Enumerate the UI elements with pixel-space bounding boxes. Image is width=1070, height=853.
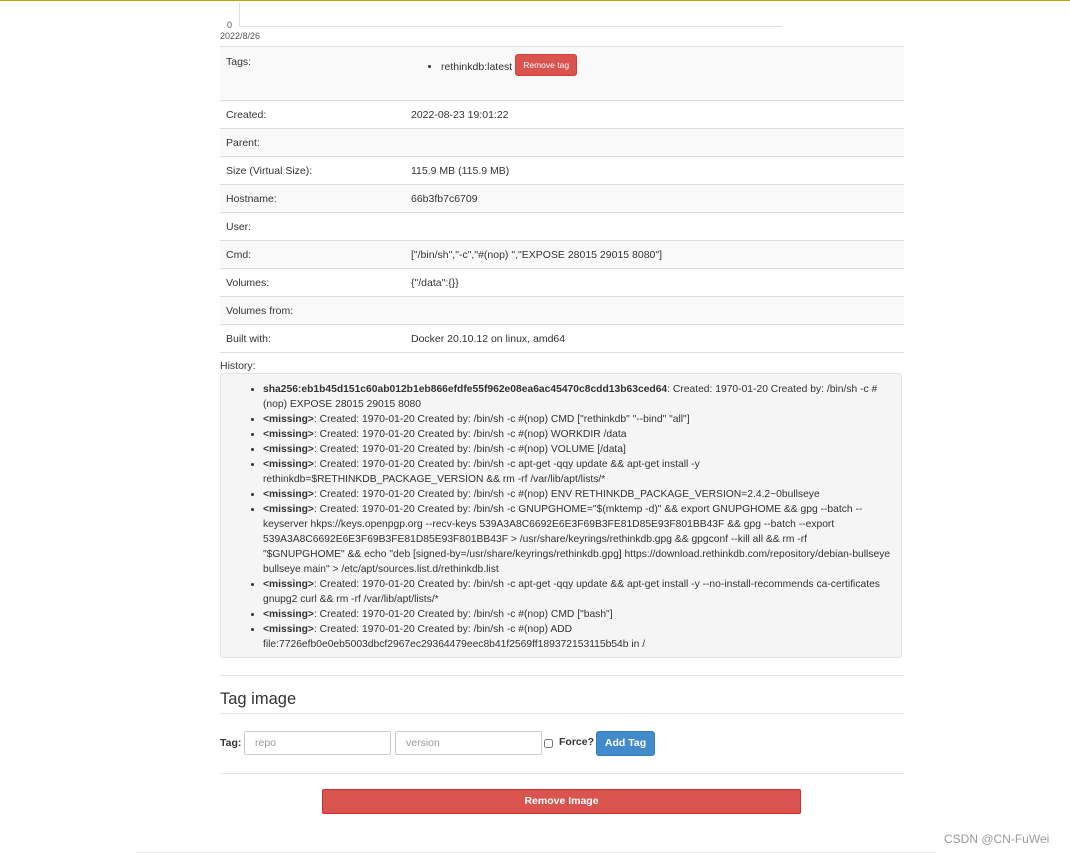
layer-desc: : Created: 1970-01-20 Created by: /bin/s… <box>263 624 646 650</box>
info-row: Volumes from: <box>220 296 904 325</box>
layer-id: <missing> <box>263 504 314 515</box>
info-row: Parent: <box>220 128 904 157</box>
layer-desc: : Created: 1970-01-20 Created by: /bin/s… <box>313 429 627 440</box>
layer-id: sha256:eb1b45d151c60ab012b1eb866efdfe55f… <box>263 384 668 395</box>
info-value: 115.9 MB (115.9 MB) <box>405 156 904 185</box>
layer-desc: : Created: 1970-01-20 Created by: /bin/s… <box>313 489 820 500</box>
tag-label: Tag: <box>220 737 242 749</box>
add-tag-button[interactable]: Add Tag <box>596 731 655 756</box>
layer-desc: : Created: 1970-01-20 Created by: /bin/s… <box>313 414 690 425</box>
layer-id: <missing> <box>263 414 314 425</box>
remove-image-button[interactable]: Remove Image <box>322 789 801 814</box>
info-value: Docker 20.10.12 on linux, amd64 <box>405 324 904 353</box>
layer-desc: : Created: 1970-01-20 Created by: /bin/s… <box>263 459 700 485</box>
info-key: Hostname: <box>220 184 405 213</box>
info-value: {"/data":{}} <box>405 268 904 297</box>
info-key: Built with: <box>220 324 405 353</box>
info-row: Size (Virtual Size): 115.9 MB (115.9 MB) <box>220 156 904 185</box>
history-item: <missing>: Created: 1970-01-20 Created b… <box>263 622 891 652</box>
info-value: 2022-08-23 19:01:22 <box>405 100 904 129</box>
tag-list: rethinkdb:latestRemove tag <box>411 54 898 78</box>
history-item: <missing>: Created: 1970-01-20 Created b… <box>263 502 891 577</box>
history-item: <missing>: Created: 1970-01-20 Created b… <box>263 412 891 427</box>
history-item: <missing>: Created: 1970-01-20 Created b… <box>263 427 891 442</box>
layer-id: <missing> <box>263 459 314 470</box>
history-label: History: <box>220 360 256 372</box>
force-label: Force? <box>559 736 595 748</box>
layer-id: <missing> <box>263 489 314 500</box>
layer-desc: : Created: 1970-01-20 Created by: /bin/s… <box>313 609 613 620</box>
history-item: <missing>: Created: 1970-01-20 Created b… <box>263 457 891 487</box>
history-list: sha256:eb1b45d151c60ab012b1eb866efdfe55f… <box>221 382 901 652</box>
layer-desc: : Created: 1970-01-20 Created by: /bin/s… <box>263 504 891 575</box>
layer-id: <missing> <box>263 624 314 635</box>
info-key: Created: <box>220 100 405 129</box>
info-row-tags: Tags: rethinkdb:latestRemove tag <box>220 46 904 101</box>
info-row: User: <box>220 212 904 241</box>
version-input[interactable] <box>395 731 542 755</box>
layer-id: <missing> <box>263 429 314 440</box>
history-item: <missing>: Created: 1970-01-20 Created b… <box>263 577 891 607</box>
divider <box>220 675 904 676</box>
history-item: <missing>: Created: 1970-01-20 Created b… <box>263 442 891 457</box>
tag-item: rethinkdb:latestRemove tag <box>441 54 898 78</box>
info-value: ["/bin/sh","-c","#(nop) ","EXPOSE 28015 … <box>405 240 904 269</box>
info-row: Volumes: {"/data":{}} <box>220 268 904 297</box>
layer-desc: : Created: 1970-01-20 Created by: /bin/s… <box>263 579 880 605</box>
layer-id: <missing> <box>263 444 314 455</box>
remove-tag-button[interactable]: Remove tag <box>515 54 578 76</box>
info-value <box>405 212 904 241</box>
chart-y-axis <box>239 2 240 26</box>
info-row: Created: 2022-08-23 19:01:22 <box>220 100 904 129</box>
image-info-table: Tags: rethinkdb:latestRemove tag Created… <box>220 46 904 353</box>
tag-image-heading: Tag image <box>220 690 297 708</box>
info-key: Cmd: <box>220 240 405 269</box>
info-key: Size (Virtual Size): <box>220 156 405 185</box>
info-row: Built with: Docker 20.10.12 on linux, amd… <box>220 324 904 353</box>
divider <box>220 713 904 714</box>
layer-id: <missing> <box>263 609 314 620</box>
layer-desc: : Created: 1970-01-20 Created by: /bin/s… <box>313 444 626 455</box>
force-checkbox[interactable] <box>544 739 553 748</box>
info-row: Cmd: ["/bin/sh","-c","#(nop) ","EXPOSE 28… <box>220 240 904 269</box>
watermark: CSDN @CN-FuWei <box>944 832 1050 846</box>
history-chart-stub: 0 2022/8/26 <box>220 0 904 45</box>
chart-x-tick: 2022/8/26 <box>220 31 261 41</box>
tag-name: rethinkdb:latest <box>441 60 513 73</box>
divider <box>220 773 904 774</box>
chart-x-axis <box>239 26 782 27</box>
history-well: sha256:eb1b45d151c60ab012b1eb866efdfe55f… <box>220 373 902 658</box>
info-key: Parent: <box>220 128 405 157</box>
info-key: Volumes from: <box>220 296 405 325</box>
info-key: User: <box>220 212 405 241</box>
chart-y-tick: 0 <box>227 20 233 30</box>
layer-id: <missing> <box>263 579 314 590</box>
info-value: rethinkdb:latestRemove tag <box>405 46 904 101</box>
info-row: Hostname: 66b3fb7c6709 <box>220 184 904 213</box>
history-item: <missing>: Created: 1970-01-20 Created b… <box>263 487 891 502</box>
info-key: Volumes: <box>220 268 405 297</box>
info-value <box>405 296 904 325</box>
repo-input[interactable] <box>244 731 391 755</box>
history-item: sha256:eb1b45d151c60ab012b1eb866efdfe55f… <box>263 382 891 412</box>
history-item: <missing>: Created: 1970-01-20 Created b… <box>263 607 891 622</box>
info-key: Tags: <box>220 46 405 101</box>
info-value <box>405 128 904 157</box>
tag-image-form: Tag: Force? Add Tag <box>220 731 720 757</box>
info-value: 66b3fb7c6709 <box>405 184 904 213</box>
